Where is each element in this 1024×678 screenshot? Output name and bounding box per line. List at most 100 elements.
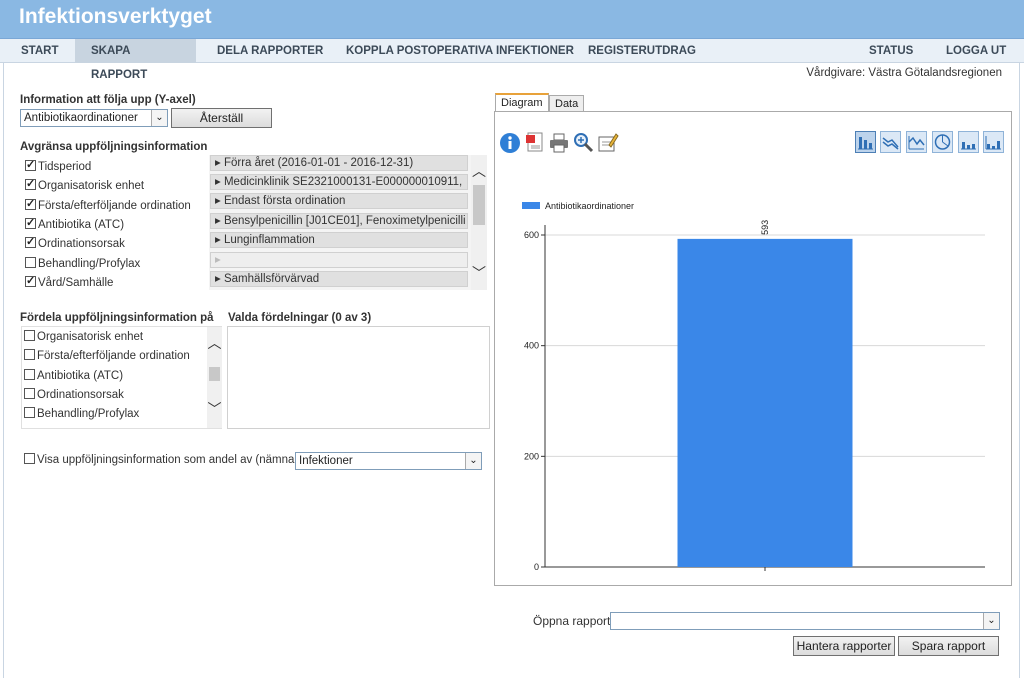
fordela-item-forsta[interactable]: Första/efterföljande ordination [24, 349, 190, 367]
nav-start[interactable]: START [5, 39, 74, 63]
chevron-down-icon[interactable]: ﹀ [207, 399, 222, 419]
y-tick-label: 600 [524, 230, 539, 240]
checkbox-label: Behandling/Profylax [38, 258, 141, 270]
filter-values-panel: ▸ Förra året (2016-01-01 - 2016-12-31) ▸… [209, 155, 487, 290]
legend-swatch [522, 202, 540, 209]
checkbox[interactable] [24, 369, 35, 380]
frame-border-left [3, 63, 4, 678]
fordela-item-organisatorisk[interactable]: Organisatorisk enhet [24, 330, 143, 348]
nav-status[interactable]: STATUS [853, 39, 929, 63]
avgransa-item-behandling[interactable]: Behandling/Profylax [25, 257, 140, 275]
app-header: Infektionsverktyget [0, 0, 1024, 39]
fordela-item-antibiotika[interactable]: Antibiotika (ATC) [24, 369, 123, 387]
manage-reports-button[interactable]: Hantera rapporter [793, 636, 895, 656]
checkbox[interactable] [24, 349, 35, 360]
checkbox[interactable] [24, 407, 35, 418]
frame-border-right [1019, 63, 1020, 678]
nav-koppla-postoperativa[interactable]: KOPPLA POSTOPERATIVA INFEKTIONER [330, 39, 590, 63]
avgransa-item-organisatorisk[interactable]: Organisatorisk enhet [25, 177, 144, 197]
fordela-label: Fördela uppföljningsinformation på [20, 312, 214, 324]
nav-logga-ut[interactable]: LOGGA UT [930, 39, 1022, 63]
avgransa-label: Avgränsa uppföljningsinformation [20, 141, 208, 153]
save-report-button[interactable]: Spara rapport [898, 636, 999, 656]
avgransa-item-ordinationsorsak[interactable]: Ordinationsorsak [25, 235, 125, 255]
yaxis-label: Information att följa upp (Y-axel) [20, 94, 196, 106]
nav-skapa-rapport[interactable]: SKAPA RAPPORT [75, 39, 196, 81]
legend-label: Antibiotikaordinationer [545, 201, 634, 211]
edit-icon[interactable] [597, 131, 619, 153]
chevron-up-icon[interactable]: ︿ [207, 333, 222, 353]
valda-fordelningar-box[interactable] [227, 326, 490, 429]
checkbox[interactable] [25, 257, 36, 268]
info-icon[interactable] [499, 132, 521, 154]
data-label: 593 [760, 220, 770, 235]
avgransa-item-antibiotika[interactable]: Antibiotika (ATC) [25, 216, 124, 236]
chevron-down-icon[interactable]: ﹀ [471, 263, 487, 283]
filter-value-antibiotika[interactable]: ▸ Bensylpenicillin [J01CE01], Fenoximety… [210, 213, 468, 229]
yaxis-select-value: Antibiotikaordinationer [24, 112, 138, 124]
chevron-down-icon: ⌄ [983, 613, 999, 629]
filter-value-text: Förra året (2016-01-01 - 2016-12-31) [223, 157, 414, 169]
valda-label: Valda fördelningar (0 av 3) [228, 312, 372, 324]
namnare-select[interactable]: Infektioner ⌄ [295, 452, 482, 470]
y-tick-label: 0 [534, 562, 539, 572]
fordela-scrollbar[interactable]: ︿ ﹀ [207, 327, 222, 428]
scrollbar-thumb[interactable] [473, 185, 485, 225]
filter-value-text: Bensylpenicillin [J01CE01], Fenoximetylp… [223, 215, 466, 227]
chevron-down-icon: ⌄ [151, 110, 167, 126]
yaxis-select[interactable]: Antibiotikaordinationer ⌄ [20, 109, 168, 127]
stacked-chart-icon[interactable] [983, 131, 1004, 153]
checkbox-label: Tidsperiod [38, 161, 92, 173]
checkbox-label: Vård/Samhälle [38, 277, 114, 289]
andel-checkbox-row[interactable]: Visa uppföljningsinformation som andel a… [24, 453, 308, 471]
checkbox[interactable] [24, 453, 35, 464]
fordela-item-ordinationsorsak[interactable]: Ordinationsorsak [24, 388, 124, 406]
checkbox-label: Första/efterföljande ordination [38, 200, 191, 212]
checkbox[interactable] [25, 235, 36, 248]
checkbox[interactable] [25, 216, 36, 229]
filter-scrollbar[interactable]: ︿ ﹀ [471, 155, 487, 290]
avgransa-item-forsta[interactable]: Första/efterföljande ordination [25, 197, 191, 217]
checkbox[interactable] [25, 197, 36, 210]
tab-diagram[interactable]: Diagram [495, 93, 549, 112]
filter-value-forsta[interactable]: ▸ Endast första ordination [210, 193, 468, 209]
filter-value-ordinationsorsak[interactable]: ▸ Lunginflammation [210, 232, 468, 248]
checkbox-label: Antibiotika (ATC) [37, 370, 124, 382]
main-nav: START SKAPA RAPPORT DELA RAPPORTER KOPPL… [0, 39, 1024, 81]
filter-value-organisatorisk[interactable]: ▸ Medicinklinik SE2321000131-E0000000109… [210, 174, 468, 190]
fordela-item-behandling[interactable]: Behandling/Profylax [24, 407, 139, 425]
line-chart-icon[interactable] [880, 131, 901, 153]
pie-chart-icon[interactable] [932, 131, 953, 153]
checkbox[interactable] [25, 274, 36, 287]
open-report-select[interactable]: ⌄ [610, 612, 1000, 630]
print-icon[interactable] [548, 132, 570, 154]
checkbox[interactable] [25, 177, 36, 190]
y-tick-label: 200 [524, 451, 539, 461]
chevron-up-icon[interactable]: ︿ [471, 161, 487, 181]
checkbox-label: Ordinationsorsak [38, 238, 125, 250]
namnare-select-value: Infektioner [299, 455, 353, 467]
checkbox[interactable] [24, 388, 35, 399]
bar-chart-icon[interactable] [855, 131, 876, 153]
open-report-label: Öppna rapport [533, 614, 611, 628]
column-chart-icon[interactable] [958, 131, 979, 153]
y-tick-label: 400 [524, 341, 539, 351]
filter-value-text: Samhällsförvärvad [223, 273, 320, 285]
filter-value-text: Lunginflammation [223, 234, 315, 246]
avgransa-item-tidsperiod[interactable]: Tidsperiod [25, 158, 92, 178]
reset-button[interactable]: Återställ [171, 108, 272, 128]
zoom-icon[interactable] [572, 131, 594, 153]
area-chart-icon[interactable] [906, 131, 927, 153]
scrollbar-thumb[interactable] [209, 367, 220, 381]
filter-value-vard[interactable]: ▸ Samhällsförvärvad [210, 271, 468, 287]
avgransa-item-vard[interactable]: Vård/Samhälle [25, 274, 114, 294]
checkbox[interactable] [24, 330, 35, 341]
filter-value-behandling[interactable]: ▸ [210, 252, 468, 268]
nav-dela-rapporter[interactable]: DELA RAPPORTER [201, 39, 339, 63]
export-pdf-icon[interactable] [524, 131, 546, 153]
checkbox[interactable] [25, 158, 36, 171]
filter-value-tidsperiod[interactable]: ▸ Förra året (2016-01-01 - 2016-12-31) [210, 155, 468, 171]
bar [677, 238, 853, 567]
nav-registerutdrag[interactable]: REGISTERUTDRAG [572, 39, 712, 63]
checkbox-label: Första/efterföljande ordination [37, 350, 190, 362]
